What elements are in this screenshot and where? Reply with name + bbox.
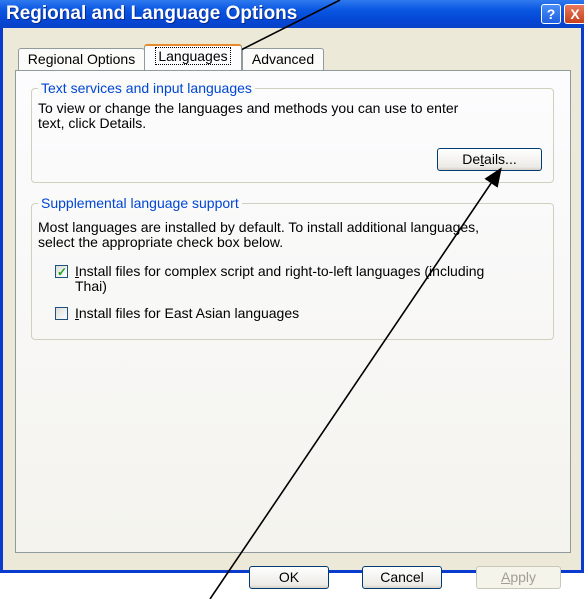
supplemental-description: Most languages are installed by default.… xyxy=(38,220,479,250)
tab-panel-languages: Text services and input languages To vie… xyxy=(15,70,571,553)
tab-label: Advanced xyxy=(251,51,315,67)
button-label: De xyxy=(462,151,481,167)
tab-regional-options[interactable]: Regional Options xyxy=(18,48,145,70)
checkmark-icon: ✓ xyxy=(57,265,68,279)
supplemental-group: Supplemental language support Most langu… xyxy=(31,195,554,340)
close-button[interactable]: X xyxy=(564,4,584,24)
east-asian-label[interactable]: Install files for East Asian languages xyxy=(75,306,299,321)
group-legend: Supplemental language support xyxy=(38,195,242,211)
tab-languages[interactable]: Languages xyxy=(144,44,242,70)
label-text: nstall files for East Asian languages xyxy=(78,305,300,321)
description-line: To view or change the languages and meth… xyxy=(38,100,459,116)
group-legend: Text services and input languages xyxy=(38,80,255,96)
complex-script-checkbox[interactable]: ✓ xyxy=(55,265,68,278)
description-line: text, click Details. xyxy=(38,115,147,131)
east-asian-checkbox[interactable] xyxy=(55,307,68,320)
help-button[interactable]: ? xyxy=(541,4,561,24)
tab-label: Languages xyxy=(155,47,231,65)
details-button[interactable]: Details... xyxy=(437,148,542,171)
button-mnemonic: A xyxy=(500,569,511,585)
button-label: ails... xyxy=(484,151,517,167)
label-text: nstall files for complex script and righ… xyxy=(78,263,485,279)
description-line: Most languages are installed by default.… xyxy=(38,219,480,235)
title-bar[interactable]: Regional and Language Options ? X xyxy=(0,0,584,28)
label-text: Thai) xyxy=(75,278,107,294)
complex-script-label[interactable]: Install files for complex script and rig… xyxy=(75,264,484,294)
cancel-button[interactable]: Cancel xyxy=(362,566,442,589)
apply-button[interactable]: Apply xyxy=(476,566,561,589)
text-services-description: To view or change the languages and meth… xyxy=(38,101,458,131)
window-title: Regional and Language Options xyxy=(6,3,298,24)
button-label: pply xyxy=(510,569,537,585)
description-line: select the appropriate check box below. xyxy=(38,234,284,250)
tab-advanced[interactable]: Advanced xyxy=(242,48,324,70)
dialog-window: Regional and Language Options ? X Region… xyxy=(0,0,584,589)
text-services-group: Text services and input languages To vie… xyxy=(31,80,554,183)
tab-label: Regional Options xyxy=(27,51,136,67)
ok-button[interactable]: OK xyxy=(249,566,329,589)
